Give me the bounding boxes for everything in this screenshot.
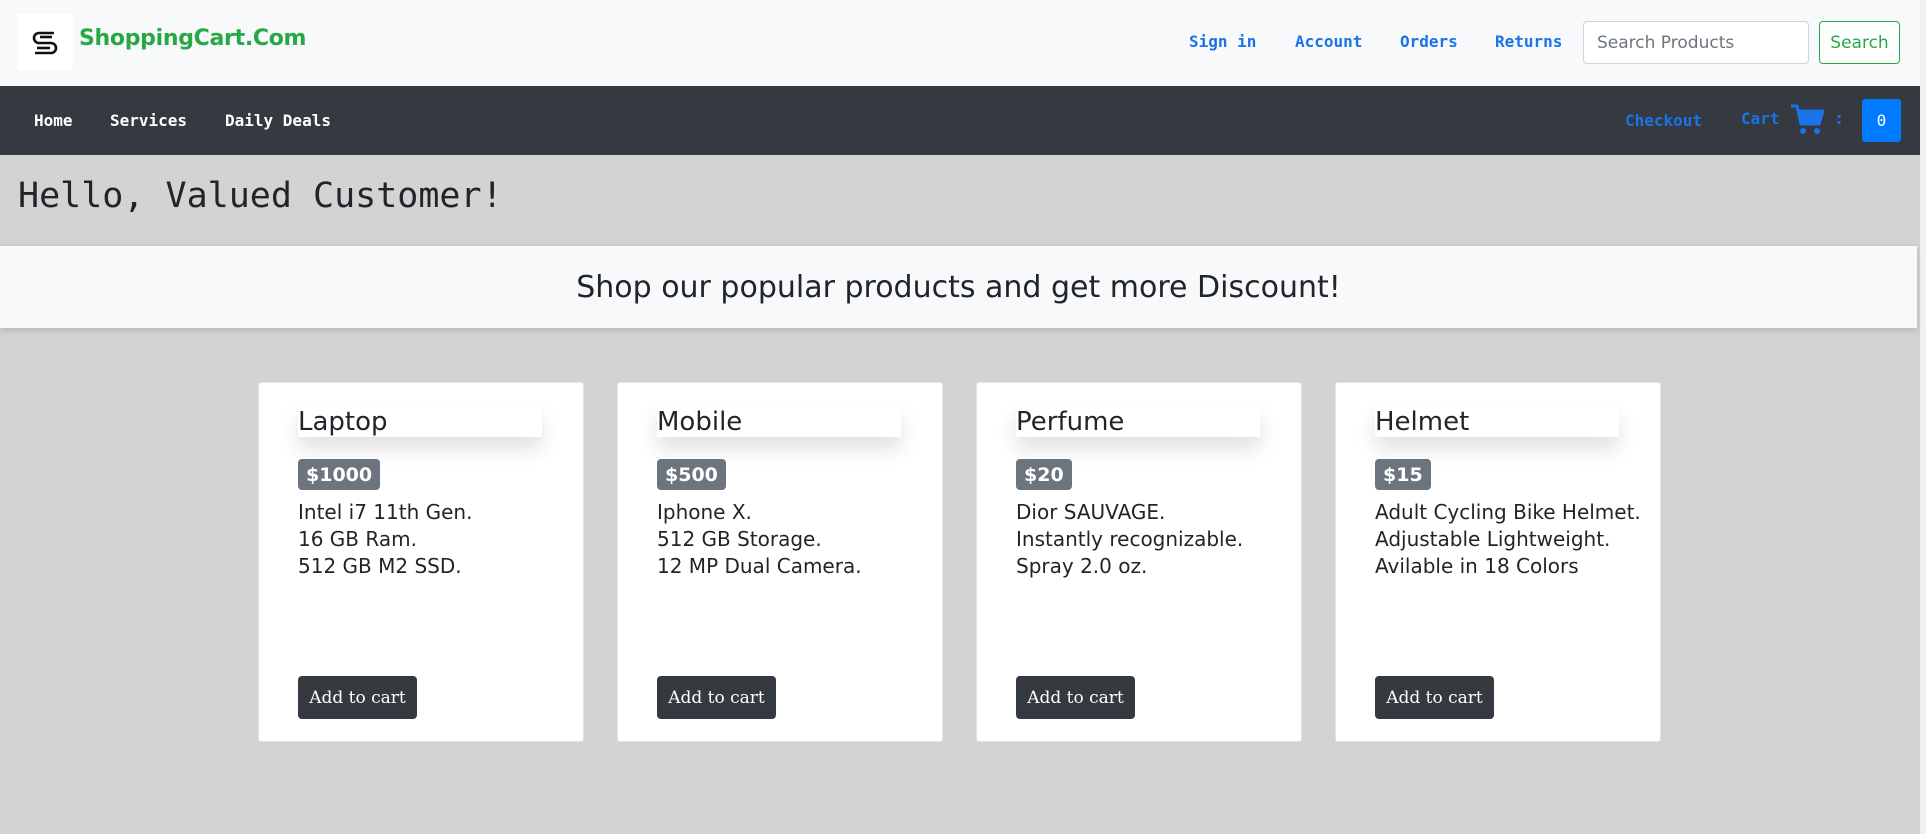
desc-line: Instantly recognizable. xyxy=(1016,527,1244,551)
product-title: Helmet xyxy=(1375,407,1470,437)
shopping-cart-icon[interactable] xyxy=(1790,102,1824,136)
add-to-cart-button[interactable]: Add to cart xyxy=(298,676,417,719)
account-link[interactable]: Account xyxy=(1295,32,1362,51)
cart-separator: : xyxy=(1834,109,1845,129)
s-logo-icon[interactable] xyxy=(17,14,73,70)
product-title: Laptop xyxy=(298,407,388,437)
scrollbar[interactable] xyxy=(1920,0,1926,834)
card-title-box: Perfume xyxy=(1016,405,1260,437)
main-nav: Home Services Daily Deals Checkout Cart … xyxy=(0,86,1920,155)
price-badge: $1000 xyxy=(298,459,381,490)
add-to-cart-button[interactable]: Add to cart xyxy=(1016,676,1135,719)
nav-services[interactable]: Services xyxy=(110,111,187,130)
card-title-box: Helmet xyxy=(1375,405,1619,437)
product-title: Mobile xyxy=(657,407,743,437)
add-to-cart-button[interactable]: Add to cart xyxy=(657,676,776,719)
desc-line: Dior SAUVAGE. xyxy=(1016,500,1166,524)
promo-banner-text: Shop our popular products and get more D… xyxy=(576,269,1341,305)
product-description: Intel i7 11th Gen. 16 GB Ram. 512 GB M2 … xyxy=(298,499,582,580)
price-badge: $20 xyxy=(1016,459,1072,490)
nav-daily-deals[interactable]: Daily Deals xyxy=(225,111,331,130)
greeting-heading: Hello, Valued Customer! xyxy=(18,176,503,216)
desc-line: 16 GB Ram. xyxy=(298,527,417,551)
checkout-link[interactable]: Checkout xyxy=(1625,111,1702,130)
desc-line: Iphone X. xyxy=(657,500,752,524)
desc-line: Avilable in 18 Colors xyxy=(1375,554,1579,578)
price-badge: $15 xyxy=(1375,459,1431,490)
product-card-mobile: Mobile $500 Iphone X. 512 GB Storage. 12… xyxy=(617,382,943,742)
desc-line: 512 GB M2 SSD. xyxy=(298,554,462,578)
sign-in-link[interactable]: Sign in xyxy=(1189,32,1256,51)
card-title-box: Mobile xyxy=(657,405,901,437)
product-description: Dior SAUVAGE. Instantly recognizable. Sp… xyxy=(1016,499,1300,580)
search-button[interactable]: Search xyxy=(1819,21,1900,64)
top-header: ShoppingCart.Com Sign in Account Orders … xyxy=(0,0,1920,86)
desc-line: Intel i7 11th Gen. xyxy=(298,500,473,524)
cart-link[interactable]: Cart xyxy=(1741,109,1780,128)
product-description: Adult Cycling Bike Helmet. Adjustable Li… xyxy=(1375,499,1659,580)
product-card-helmet: Helmet $15 Adult Cycling Bike Helmet. Ad… xyxy=(1335,382,1661,742)
desc-line: 512 GB Storage. xyxy=(657,527,822,551)
price-badge: $500 xyxy=(657,459,726,490)
orders-link[interactable]: Orders xyxy=(1400,32,1458,51)
promo-banner: Shop our popular products and get more D… xyxy=(0,246,1917,328)
product-title: Perfume xyxy=(1016,407,1125,437)
cart-count-badge[interactable]: 0 xyxy=(1862,99,1901,142)
desc-line: 12 MP Dual Camera. xyxy=(657,554,862,578)
card-title-box: Laptop xyxy=(298,405,542,437)
product-card-perfume: Perfume $20 Dior SAUVAGE. Instantly reco… xyxy=(976,382,1302,742)
product-card-laptop: Laptop $1000 Intel i7 11th Gen. 16 GB Ra… xyxy=(258,382,584,742)
desc-line: Adult Cycling Bike Helmet. xyxy=(1375,500,1641,524)
brand-name[interactable]: ShoppingCart.Com xyxy=(79,26,306,51)
product-description: Iphone X. 512 GB Storage. 12 MP Dual Cam… xyxy=(657,499,941,580)
nav-home[interactable]: Home xyxy=(34,111,73,130)
desc-line: Adjustable Lightweight. xyxy=(1375,527,1611,551)
returns-link[interactable]: Returns xyxy=(1495,32,1562,51)
desc-line: Spray 2.0 oz. xyxy=(1016,554,1148,578)
add-to-cart-button[interactable]: Add to cart xyxy=(1375,676,1494,719)
search-input[interactable] xyxy=(1583,21,1809,64)
